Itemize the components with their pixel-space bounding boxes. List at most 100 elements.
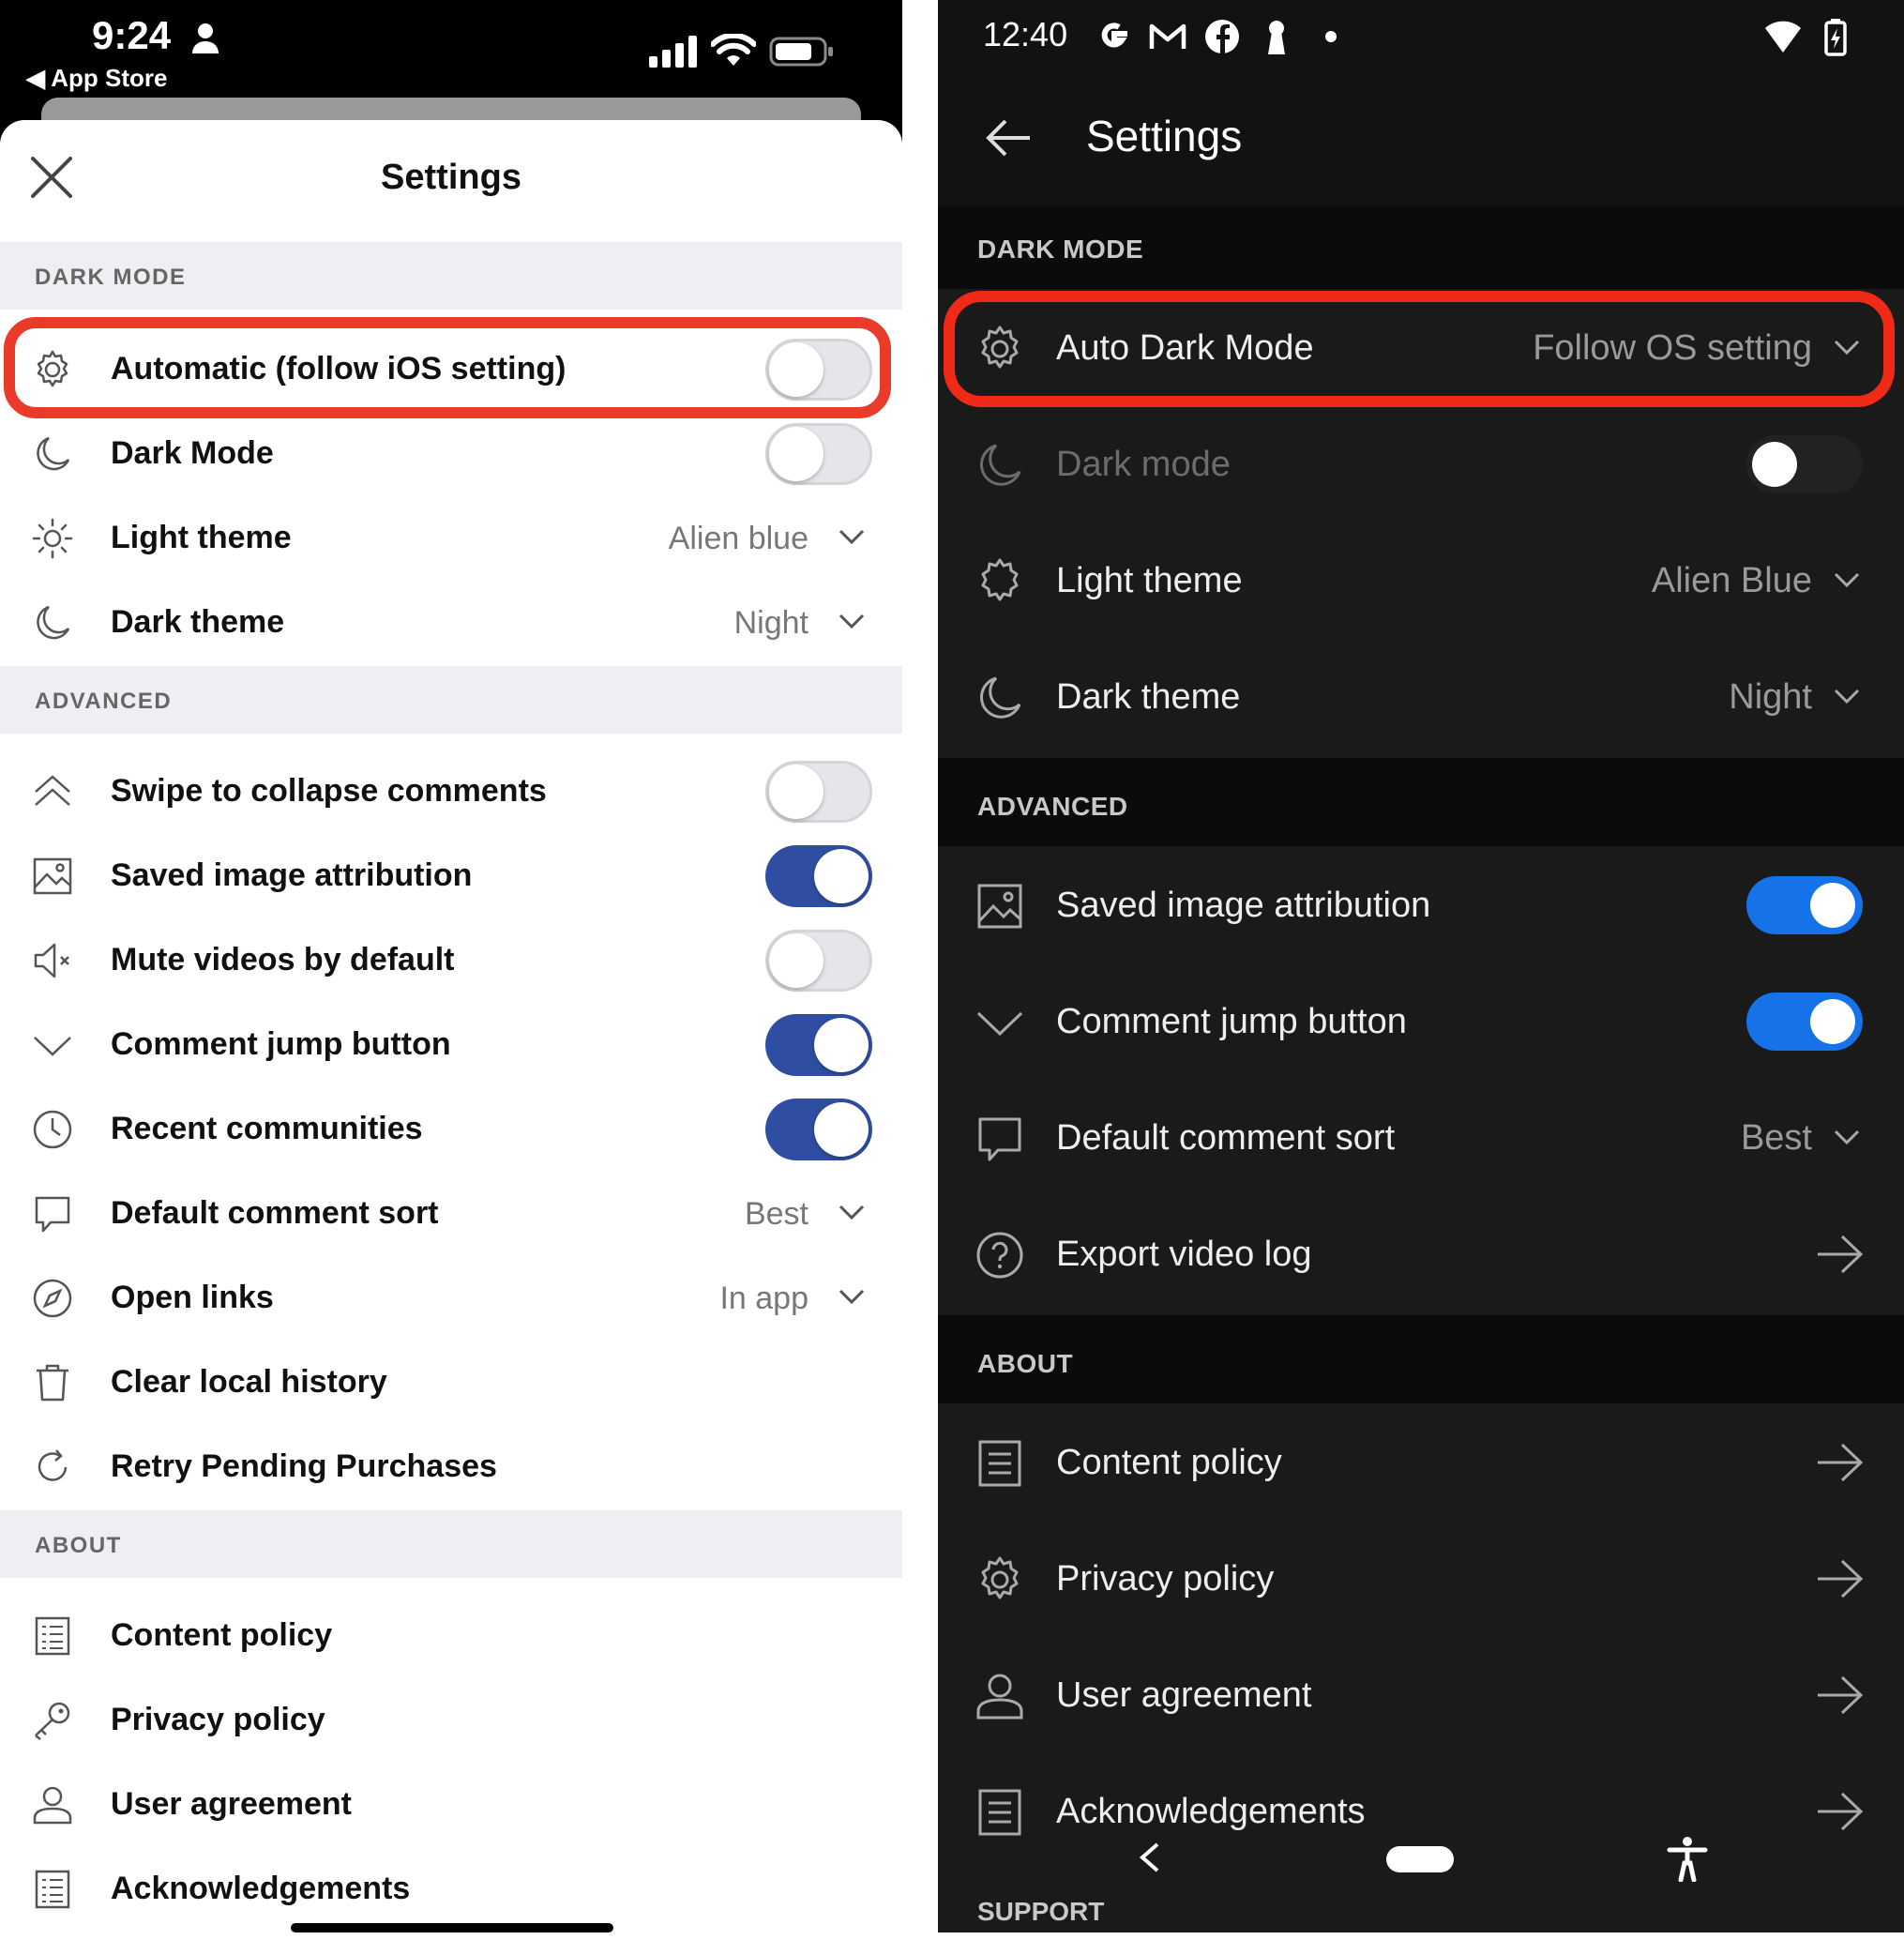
row-content-policy[interactable]: Content policy [0, 1593, 902, 1677]
row-label: Dark mode [1056, 445, 1231, 484]
row-light-theme[interactable]: Light theme Alien blue [0, 495, 902, 580]
row-label: Content policy [1056, 1443, 1282, 1482]
arrow-right-icon [1818, 1235, 1864, 1274]
dark-mode-toggle[interactable] [1746, 435, 1863, 493]
google-g-icon [1101, 23, 1127, 48]
moon-icon [37, 605, 70, 640]
row-label: Acknowledgements [111, 1871, 411, 1906]
muted-speaker-icon [34, 943, 69, 978]
sun-icon [981, 558, 1019, 601]
comment-jump-toggle[interactable] [1746, 993, 1863, 1051]
row-default-comment-sort[interactable]: Default comment sort Best [938, 1079, 1904, 1195]
row-value: In app [719, 1281, 808, 1316]
android-status-bar: 12:40 [938, 0, 1904, 75]
row-dark-mode[interactable]: Dark Mode [0, 411, 902, 495]
row-label: Dark theme [111, 604, 285, 640]
arrow-right-icon [1818, 1792, 1864, 1831]
cellular-signal-icon [649, 36, 697, 68]
row-label: Open links [111, 1280, 274, 1315]
advanced-group: Saved image attribution Comment jump but… [938, 846, 1904, 1315]
saved-image-attribution-toggle[interactable] [1746, 876, 1863, 934]
dark-mode-toggle[interactable] [765, 423, 872, 485]
recent-communities-toggle[interactable] [765, 1099, 872, 1160]
battery-charging-icon [1824, 19, 1847, 56]
moon-icon [37, 436, 70, 471]
gmail-icon [1149, 23, 1186, 49]
image-icon [977, 884, 1022, 929]
highlight-annotation [944, 291, 1895, 407]
row-label: Light theme [111, 520, 292, 555]
accessibility-icon[interactable] [1666, 1835, 1709, 1882]
row-saved-image-attribution[interactable]: Saved image attribution [938, 846, 1904, 962]
row-label: Clear local history [111, 1364, 387, 1400]
nav-back-icon[interactable] [1135, 1841, 1163, 1874]
row-label: Dark Mode [111, 435, 274, 471]
row-default-comment-sort[interactable]: Default comment sort Best [0, 1171, 902, 1255]
nav-home-pill[interactable] [1386, 1846, 1454, 1872]
section-header-about: ABOUT [938, 1315, 1904, 1403]
row-comment-jump-button[interactable]: Comment jump button [938, 962, 1904, 1079]
row-label: Mute videos by default [111, 942, 455, 978]
row-clear-local-history[interactable]: Clear local history [0, 1340, 902, 1424]
highlight-annotation [4, 317, 891, 418]
notification-dot-icon [1325, 31, 1337, 42]
row-value: Alien Blue [1651, 561, 1812, 600]
row-retry-pending-purchases[interactable]: Retry Pending Purchases [0, 1424, 902, 1508]
row-privacy-policy[interactable]: Privacy policy [938, 1520, 1904, 1636]
nav-bar: Settings [0, 120, 902, 242]
person-status-icon [192, 23, 219, 53]
chevron-down-icon [1834, 572, 1860, 588]
compass-icon [33, 1279, 72, 1318]
row-privacy-policy[interactable]: Privacy policy [0, 1677, 902, 1762]
row-label: Saved image attribution [111, 857, 473, 893]
row-acknowledgements[interactable]: Acknowledgements [0, 1846, 902, 1931]
comment-jump-toggle[interactable] [765, 1014, 872, 1076]
status-time: 9:24 [92, 13, 172, 57]
row-user-agreement[interactable]: User agreement [938, 1636, 1904, 1752]
gear-icon [981, 1556, 1019, 1599]
row-mute-videos[interactable]: Mute videos by default [0, 917, 902, 1002]
key-icon [35, 1702, 70, 1740]
row-label: Comment jump button [1056, 1002, 1407, 1041]
chevron-down-icon [839, 1205, 865, 1220]
row-dark-mode[interactable]: Dark mode [938, 405, 1904, 522]
chevron-down-icon [839, 1289, 865, 1305]
row-user-agreement[interactable]: User agreement [0, 1762, 902, 1846]
saved-image-attribution-toggle[interactable] [765, 845, 872, 907]
chevron-down-icon [839, 614, 865, 629]
row-comment-jump-button[interactable]: Comment jump button [0, 1002, 902, 1086]
row-label: Privacy policy [1056, 1559, 1275, 1599]
sun-icon [32, 518, 73, 559]
back-to-app-store-link[interactable]: ◀ App Store [26, 64, 167, 93]
document-icon [978, 1440, 1021, 1487]
back-arrow-icon[interactable] [983, 113, 1034, 163]
list-document-icon [35, 1870, 70, 1909]
row-swipe-collapse[interactable]: Swipe to collapse comments [0, 749, 902, 833]
row-light-theme[interactable]: Light theme Alien Blue [938, 522, 1904, 638]
row-value: Best [1740, 1118, 1812, 1158]
swipe-collapse-toggle[interactable] [765, 761, 872, 823]
row-label: Content policy [111, 1617, 333, 1653]
refresh-icon [38, 1449, 68, 1481]
moon-icon [980, 444, 1021, 486]
row-open-links[interactable]: Open links In app [0, 1255, 902, 1340]
row-content-policy[interactable]: Content policy [938, 1403, 1904, 1520]
document-icon [978, 1789, 1021, 1836]
help-circle-icon [976, 1232, 1023, 1279]
double-chevron-up-icon [35, 775, 70, 806]
mute-videos-toggle[interactable] [765, 930, 872, 992]
row-label: Acknowledgements [1056, 1792, 1366, 1831]
comment-icon [978, 1117, 1021, 1161]
row-export-video-log[interactable]: Export video log [938, 1195, 1904, 1311]
row-dark-theme[interactable]: Dark theme Night [938, 638, 1904, 754]
row-value: Night [1729, 677, 1812, 717]
row-saved-image-attribution[interactable]: Saved image attribution [0, 833, 902, 917]
arrow-right-icon [1818, 1443, 1864, 1482]
row-recent-communities[interactable]: Recent communities [0, 1086, 902, 1171]
row-label: Recent communities [111, 1111, 423, 1146]
trash-icon [37, 1364, 68, 1402]
row-label: Swipe to collapse comments [111, 773, 547, 809]
app-bar: Settings [938, 75, 1904, 206]
row-dark-theme[interactable]: Dark theme Night [0, 580, 902, 664]
wifi-icon [711, 34, 756, 66]
